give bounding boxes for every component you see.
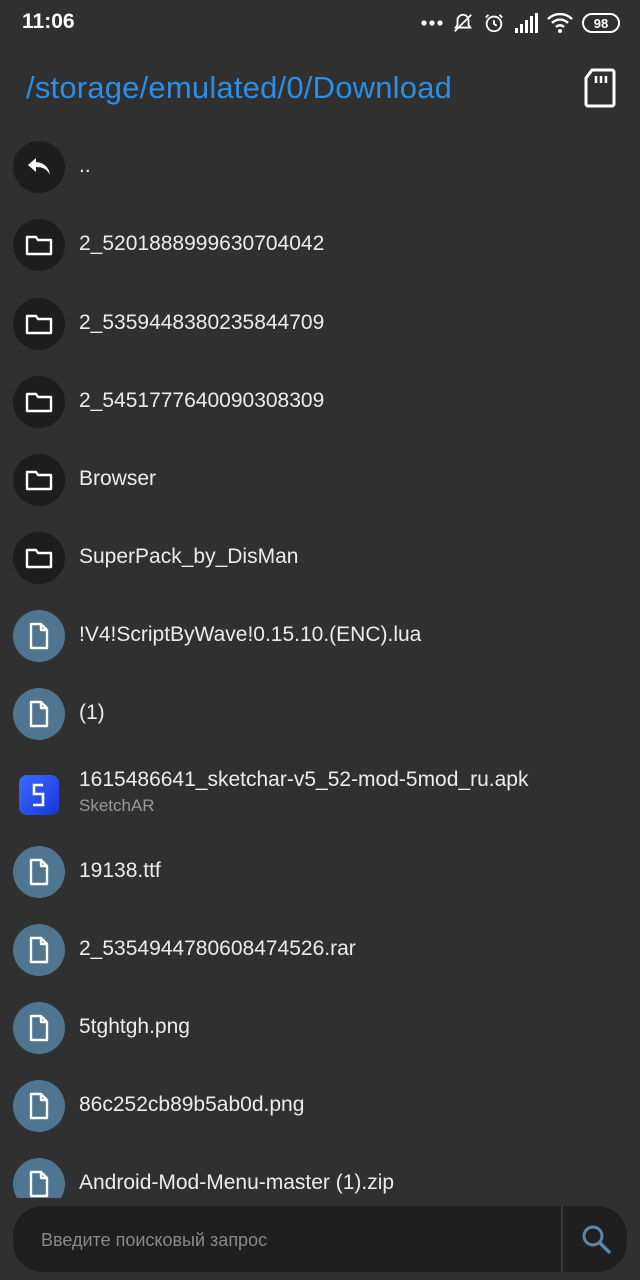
file-name: Browser — [79, 467, 157, 490]
search-divider — [561, 1206, 563, 1272]
folder-icon — [13, 532, 65, 584]
list-item-folder[interactable]: Browser — [0, 441, 640, 519]
list-item-folder[interactable]: 2_5359448380235844709 — [0, 285, 640, 363]
apk-app-icon — [19, 775, 59, 815]
list-item-apk[interactable]: 1615486641_sketchar-v5_52-mod-5mod_ru.ap… — [0, 754, 640, 832]
file-name: 86c252cb89b5ab0d.png — [79, 1093, 305, 1116]
file-name: (1) — [79, 701, 105, 724]
battery-icon: 98 — [582, 13, 620, 33]
folder-icon — [13, 298, 65, 350]
back-arrow-icon — [13, 141, 65, 193]
list-item-file[interactable]: Android-Mod-Menu-master (1).zip — [0, 1145, 640, 1198]
file-icon — [13, 924, 65, 976]
signal-icon — [514, 13, 538, 33]
file-name: 5tghtgh.png — [79, 1015, 190, 1038]
list-item-file[interactable]: 5tghtgh.png — [0, 989, 640, 1067]
list-item-file[interactable]: 19138.ttf — [0, 833, 640, 911]
file-name: 19138.ttf — [79, 859, 161, 882]
file-name: .. — [79, 154, 91, 177]
current-path[interactable]: /storage/emulated/0/Download — [26, 70, 452, 106]
folder-icon — [13, 454, 65, 506]
file-icon — [13, 1080, 65, 1132]
wifi-icon — [547, 13, 573, 33]
search-icon[interactable] — [573, 1216, 619, 1262]
list-item-file[interactable]: 86c252cb89b5ab0d.png — [0, 1067, 640, 1145]
status-icons: 98 — [421, 10, 620, 36]
file-name: SuperPack_by_DisMan — [79, 545, 299, 568]
file-subtitle: SketchAR — [79, 796, 155, 815]
status-bar: 11:06 98 — [0, 0, 640, 46]
list-item-file[interactable]: (1) — [0, 675, 640, 753]
file-list[interactable]: .. 2_5201888999630704042 2_5359448380235… — [0, 128, 640, 1198]
file-icon — [13, 846, 65, 898]
file-name: 2_5354944780608474526.rar — [79, 937, 356, 960]
folder-icon — [13, 219, 65, 271]
file-name: 2_5201888999630704042 — [79, 232, 325, 255]
folder-icon — [13, 376, 65, 428]
list-item-parent[interactable]: .. — [0, 128, 640, 206]
search-bar — [13, 1206, 627, 1272]
file-name: !V4!ScriptByWave!0.15.10.(ENC).lua — [79, 623, 422, 646]
file-name: 2_5451777640090308309 — [79, 389, 325, 412]
list-item-folder[interactable]: 2_5451777640090308309 — [0, 363, 640, 441]
list-item-file[interactable]: 2_5354944780608474526.rar — [0, 911, 640, 989]
dots-icon — [421, 19, 443, 27]
file-icon — [13, 688, 65, 740]
file-icon — [13, 610, 65, 662]
path-header: /storage/emulated/0/Download — [0, 60, 640, 120]
list-item-folder[interactable]: SuperPack_by_DisMan — [0, 519, 640, 597]
list-item-file[interactable]: !V4!ScriptByWave!0.15.10.(ENC).lua — [0, 597, 640, 675]
file-name: Android-Mod-Menu-master (1).zip — [79, 1171, 395, 1194]
alarm-icon — [483, 12, 505, 34]
status-time: 11:06 — [22, 10, 75, 33]
sd-card-icon[interactable] — [584, 68, 616, 108]
file-icon — [13, 1002, 65, 1054]
file-name: 2_5359448380235844709 — [79, 311, 325, 334]
file-name: 1615486641_sketchar-v5_52-mod-5mod_ru.ap… — [79, 768, 529, 791]
file-icon — [13, 1158, 65, 1198]
search-input[interactable] — [39, 1220, 543, 1260]
mute-icon — [452, 12, 474, 34]
list-item-folder[interactable]: 2_5201888999630704042 — [0, 206, 640, 284]
